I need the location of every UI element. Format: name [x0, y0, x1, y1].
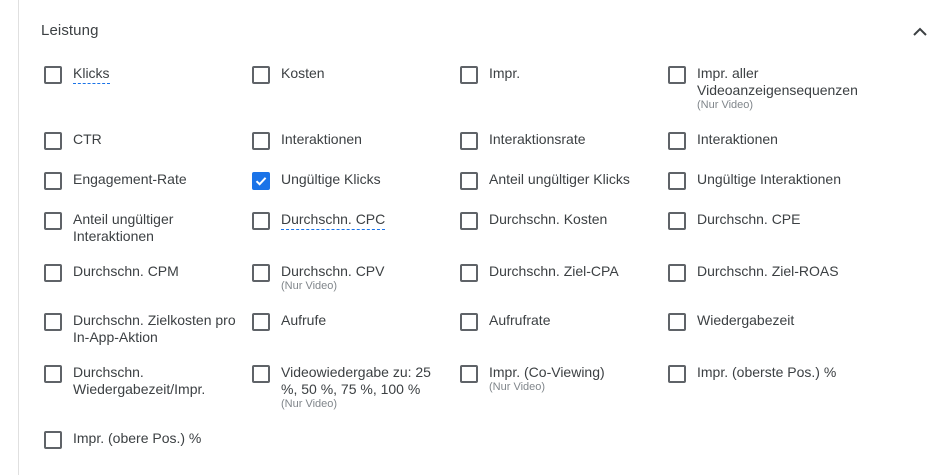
- checkbox[interactable]: [44, 365, 62, 383]
- metric-option[interactable]: Durchschn. Ziel-ROAS: [665, 263, 865, 282]
- metric-note: (Nur Video): [281, 398, 338, 410]
- metric-option[interactable]: Aufrufe: [249, 312, 449, 331]
- checkbox[interactable]: [44, 431, 62, 449]
- metric-label: Klicks: [73, 65, 110, 84]
- metric-label: Interaktionen: [281, 131, 362, 147]
- checkbox[interactable]: [460, 66, 478, 84]
- metric-label: Aufrufrate: [489, 312, 551, 328]
- metric-label: Impr. aller Videoanzeigensequenzen: [697, 65, 858, 98]
- checkbox[interactable]: [668, 313, 686, 331]
- metric-option[interactable]: Impr. (oberste Pos.) %: [665, 364, 865, 383]
- checkbox[interactable]: [460, 132, 478, 150]
- metric-note: (Nur Video): [697, 99, 754, 111]
- metric-option[interactable]: Durchschn. CPC: [249, 211, 449, 230]
- metric-note: (Nur Video): [281, 280, 338, 292]
- metric-label: Kosten: [281, 65, 325, 81]
- checkbox[interactable]: [44, 66, 62, 84]
- metric-label: Durchschn. Ziel-CPA: [489, 263, 619, 279]
- metric-option[interactable]: Durchschn. Wiedergabezeit/Impr.: [41, 364, 241, 398]
- metric-option[interactable]: Impr. (Co-Viewing) (Nur Video): [457, 364, 657, 394]
- metric-note: (Nur Video): [489, 381, 546, 393]
- checkmark-icon: [255, 177, 267, 186]
- metric-option[interactable]: Aufrufrate: [457, 312, 657, 331]
- metric-label: Wiedergabezeit: [697, 312, 795, 328]
- metric-label: Impr.: [489, 65, 521, 81]
- checkbox[interactable]: [44, 132, 62, 150]
- checkbox[interactable]: [668, 365, 686, 383]
- metric-option[interactable]: Videowiedergabe zu: 25 %, 50 %, 75 %, 10…: [249, 364, 449, 411]
- metric-option[interactable]: CTR: [41, 131, 241, 150]
- metric-option[interactable]: Wiedergabezeit: [665, 312, 865, 331]
- metric-option[interactable]: Engagement-Rate: [41, 171, 241, 190]
- metric-label: Durchschn. CPM: [73, 263, 179, 279]
- metric-option[interactable]: Durchschn. Ziel-CPA: [457, 263, 657, 282]
- metric-option[interactable]: Kosten: [249, 65, 449, 84]
- metric-option[interactable]: Ungültige Interaktionen: [665, 171, 865, 190]
- metric-option[interactable]: Durchschn. Kosten: [457, 211, 657, 230]
- checkbox[interactable]: [460, 264, 478, 282]
- metric-option[interactable]: Interaktionsrate: [457, 131, 657, 150]
- metric-option[interactable]: Impr.: [457, 65, 657, 84]
- metric-option[interactable]: Anteil ungültiger Klicks: [457, 171, 657, 190]
- metric-label: Impr. (oberste Pos.) %: [697, 364, 837, 380]
- metric-label: Durchschn. CPE: [697, 211, 801, 227]
- metric-label: Impr. (Co-Viewing): [489, 364, 605, 380]
- metric-option[interactable]: Ungültige Klicks: [249, 171, 449, 190]
- metric-label: Durchschn. Ziel-ROAS: [697, 263, 839, 279]
- checkbox[interactable]: [668, 264, 686, 282]
- metric-label: Durchschn. Zielkosten pro In-App-Aktion: [73, 312, 236, 345]
- metric-option[interactable]: Durchschn. CPV (Nur Video): [249, 263, 449, 293]
- metric-option[interactable]: Anteil ungültiger Interaktionen: [41, 211, 241, 245]
- metric-option[interactable]: Interaktionen: [249, 131, 449, 150]
- checkbox[interactable]: [252, 313, 270, 331]
- checkbox[interactable]: [668, 172, 686, 190]
- checkbox[interactable]: [252, 66, 270, 84]
- checkbox[interactable]: [668, 132, 686, 150]
- metric-label: Interaktionen: [697, 131, 778, 147]
- checkbox[interactable]: [252, 365, 270, 383]
- metric-option[interactable]: Durchschn. CPE: [665, 211, 865, 230]
- metric-label: Impr. (obere Pos.) %: [73, 430, 202, 446]
- checkbox[interactable]: [460, 365, 478, 383]
- checkbox-checked[interactable]: [252, 172, 270, 190]
- metric-label: Engagement-Rate: [73, 171, 187, 187]
- metric-option[interactable]: Interaktionen: [665, 131, 865, 150]
- checkbox[interactable]: [252, 132, 270, 150]
- metric-label: CTR: [73, 131, 102, 147]
- checkbox[interactable]: [44, 172, 62, 190]
- checkbox[interactable]: [44, 212, 62, 230]
- metric-label: Durchschn. Wiedergabezeit/Impr.: [73, 364, 206, 397]
- checkbox[interactable]: [460, 172, 478, 190]
- checkbox[interactable]: [252, 264, 270, 282]
- metric-label: Anteil ungültiger Interaktionen: [73, 211, 174, 244]
- metric-label: Durchschn. Kosten: [489, 211, 608, 227]
- metric-label: Ungültige Klicks: [281, 171, 381, 187]
- metric-label: Anteil ungültiger Klicks: [489, 171, 630, 187]
- checkbox[interactable]: [460, 212, 478, 230]
- checkbox[interactable]: [44, 313, 62, 331]
- checkbox[interactable]: [460, 313, 478, 331]
- metric-checkbox-grid: Klicks Kosten Impr. Impr. aller Videoanzeig…: [0, 0, 928, 475]
- checkbox[interactable]: [668, 212, 686, 230]
- metric-label: Aufrufe: [281, 312, 327, 328]
- metric-label: Durchschn. CPV: [281, 263, 385, 279]
- checkbox[interactable]: [44, 264, 62, 282]
- metric-label: Durchschn. CPC: [281, 211, 386, 230]
- metric-option[interactable]: Impr. aller Videoanzeigensequenzen (Nur V…: [665, 65, 865, 112]
- checkbox[interactable]: [252, 212, 270, 230]
- metric-option[interactable]: Klicks: [41, 65, 241, 84]
- metric-option[interactable]: Impr. (obere Pos.) %: [41, 430, 241, 449]
- metric-label: Ungültige Interaktionen: [697, 171, 841, 187]
- metric-option[interactable]: Durchschn. CPM: [41, 263, 241, 282]
- metric-label: Videowiedergabe zu: 25 %, 50 %, 75 %, 10…: [281, 364, 431, 397]
- checkbox[interactable]: [668, 66, 686, 84]
- metric-label: Interaktionsrate: [489, 131, 586, 147]
- metric-option[interactable]: Durchschn. Zielkosten pro In-App-Aktion: [41, 312, 241, 346]
